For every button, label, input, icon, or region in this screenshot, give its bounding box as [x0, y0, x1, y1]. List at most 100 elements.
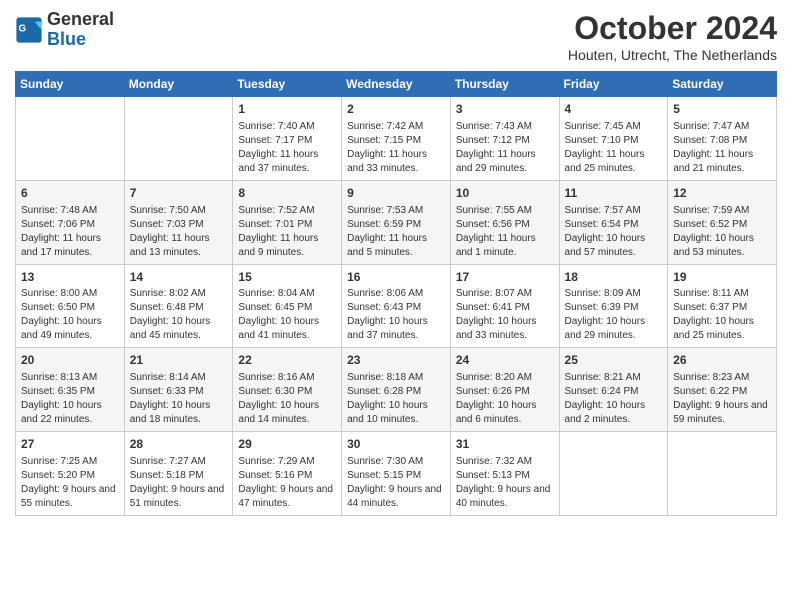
day-header-friday: Friday — [559, 72, 668, 97]
day-info: Sunrise: 8:11 AMSunset: 6:37 PMDaylight:… — [673, 287, 771, 343]
day-number: 30 — [347, 436, 445, 453]
day-info: Sunrise: 8:00 AMSunset: 6:50 PMDaylight:… — [21, 287, 119, 343]
day-number: 2 — [347, 101, 445, 118]
day-number: 25 — [565, 352, 663, 369]
day-info: Sunrise: 8:04 AMSunset: 6:45 PMDaylight:… — [238, 287, 336, 343]
calendar-cell: 2 Sunrise: 7:42 AMSunset: 7:15 PMDaylight… — [342, 97, 451, 181]
day-number: 27 — [21, 436, 119, 453]
day-info: Sunrise: 7:42 AMSunset: 7:15 PMDaylight:… — [347, 120, 445, 176]
day-info: Sunrise: 7:40 AMSunset: 7:17 PMDaylight:… — [238, 120, 336, 176]
day-number: 24 — [456, 352, 554, 369]
week-row-2: 6Sunrise: 7:48 AMSunset: 7:06 PMDaylight… — [16, 180, 777, 264]
logo-icon: G — [15, 16, 43, 44]
calendar-cell: 24 Sunrise: 8:20 AMSunset: 6:26 PMDayligh… — [450, 348, 559, 432]
day-info: Sunrise: 7:45 AMSunset: 7:10 PMDaylight:… — [565, 120, 663, 176]
calendar-cell — [16, 97, 125, 181]
day-number: 5 — [673, 101, 771, 118]
calendar-cell: 16Sunrise: 8:06 AMSunset: 6:43 PMDayligh… — [342, 264, 451, 348]
day-info: Sunrise: 7:29 AMSunset: 5:16 PMDaylight:… — [238, 455, 336, 511]
day-number: 23 — [347, 352, 445, 369]
calendar-cell: 17Sunrise: 8:07 AMSunset: 6:41 PMDayligh… — [450, 264, 559, 348]
day-info: Sunrise: 7:43 AMSunset: 7:12 PMDaylight:… — [456, 120, 554, 176]
day-info: Sunrise: 8:21 AMSunset: 6:24 PMDaylight:… — [565, 371, 663, 427]
day-info: Sunrise: 7:25 AMSunset: 5:20 PMDaylight:… — [21, 455, 119, 511]
days-header-row: SundayMondayTuesdayWednesdayThursdayFrid… — [16, 72, 777, 97]
calendar-body: 1 Sunrise: 7:40 AMSunset: 7:17 PMDaylight… — [16, 97, 777, 516]
calendar-cell: 3 Sunrise: 7:43 AMSunset: 7:12 PMDaylight… — [450, 97, 559, 181]
day-info: Sunrise: 7:47 AMSunset: 7:08 PMDaylight:… — [673, 120, 771, 176]
day-header-saturday: Saturday — [668, 72, 777, 97]
calendar-cell: 18Sunrise: 8:09 AMSunset: 6:39 PMDayligh… — [559, 264, 668, 348]
day-info: Sunrise: 8:20 AMSunset: 6:26 PMDaylight:… — [456, 371, 554, 427]
day-info: Sunrise: 7:48 AMSunset: 7:06 PMDaylight:… — [21, 204, 119, 260]
page-header: G General Blue October 2024 Houten, Utre… — [15, 10, 777, 63]
day-info: Sunrise: 7:32 AMSunset: 5:13 PMDaylight:… — [456, 455, 554, 511]
calendar-cell: 27 Sunrise: 7:25 AMSunset: 5:20 PMDayligh… — [16, 432, 125, 516]
month-title: October 2024 — [568, 10, 777, 47]
calendar-cell: 7Sunrise: 7:50 AMSunset: 7:03 PMDaylight… — [124, 180, 233, 264]
calendar-cell: 30 Sunrise: 7:30 AMSunset: 5:15 PMDayligh… — [342, 432, 451, 516]
day-number: 13 — [21, 269, 119, 286]
day-number: 17 — [456, 269, 554, 286]
day-header-wednesday: Wednesday — [342, 72, 451, 97]
day-info: Sunrise: 8:23 AMSunset: 6:22 PMDaylight:… — [673, 371, 771, 427]
calendar-cell: 19Sunrise: 8:11 AMSunset: 6:37 PMDayligh… — [668, 264, 777, 348]
calendar-cell: 12 Sunrise: 7:59 AMSunset: 6:52 PMDayligh… — [668, 180, 777, 264]
title-block: October 2024 Houten, Utrecht, The Nether… — [568, 10, 777, 63]
calendar-cell: 28Sunrise: 7:27 AMSunset: 5:18 PMDayligh… — [124, 432, 233, 516]
logo: G General Blue — [15, 10, 114, 50]
day-number: 1 — [238, 101, 336, 118]
week-row-5: 27 Sunrise: 7:25 AMSunset: 5:20 PMDayligh… — [16, 432, 777, 516]
calendar-table: SundayMondayTuesdayWednesdayThursdayFrid… — [15, 71, 777, 516]
day-info: Sunrise: 7:55 AMSunset: 6:56 PMDaylight:… — [456, 204, 554, 260]
day-info: Sunrise: 8:02 AMSunset: 6:48 PMDaylight:… — [130, 287, 228, 343]
calendar-cell: 5 Sunrise: 7:47 AMSunset: 7:08 PMDaylight… — [668, 97, 777, 181]
calendar-cell: 9 Sunrise: 7:53 AMSunset: 6:59 PMDaylight… — [342, 180, 451, 264]
svg-text:G: G — [19, 23, 27, 34]
day-info: Sunrise: 7:30 AMSunset: 5:15 PMDaylight:… — [347, 455, 445, 511]
day-number: 10 — [456, 185, 554, 202]
calendar-cell: 6Sunrise: 7:48 AMSunset: 7:06 PMDaylight… — [16, 180, 125, 264]
calendar-cell: 4Sunrise: 7:45 AMSunset: 7:10 PMDaylight… — [559, 97, 668, 181]
day-info: Sunrise: 8:06 AMSunset: 6:43 PMDaylight:… — [347, 287, 445, 343]
calendar-cell: 1 Sunrise: 7:40 AMSunset: 7:17 PMDaylight… — [233, 97, 342, 181]
calendar-cell: 11 Sunrise: 7:57 AMSunset: 6:54 PMDayligh… — [559, 180, 668, 264]
day-number: 29 — [238, 436, 336, 453]
day-number: 19 — [673, 269, 771, 286]
day-info: Sunrise: 7:57 AMSunset: 6:54 PMDaylight:… — [565, 204, 663, 260]
day-info: Sunrise: 7:59 AMSunset: 6:52 PMDaylight:… — [673, 204, 771, 260]
week-row-3: 13Sunrise: 8:00 AMSunset: 6:50 PMDayligh… — [16, 264, 777, 348]
day-info: Sunrise: 7:50 AMSunset: 7:03 PMDaylight:… — [130, 204, 228, 260]
day-header-monday: Monday — [124, 72, 233, 97]
day-number: 12 — [673, 185, 771, 202]
day-info: Sunrise: 8:07 AMSunset: 6:41 PMDaylight:… — [456, 287, 554, 343]
calendar-cell: 29 Sunrise: 7:29 AMSunset: 5:16 PMDayligh… — [233, 432, 342, 516]
calendar-cell: 14Sunrise: 8:02 AMSunset: 6:48 PMDayligh… — [124, 264, 233, 348]
location-title: Houten, Utrecht, The Netherlands — [568, 47, 777, 63]
calendar-cell: 31 Sunrise: 7:32 AMSunset: 5:13 PMDayligh… — [450, 432, 559, 516]
day-number: 31 — [456, 436, 554, 453]
calendar-cell: 25 Sunrise: 8:21 AMSunset: 6:24 PMDayligh… — [559, 348, 668, 432]
day-number: 3 — [456, 101, 554, 118]
day-number: 20 — [21, 352, 119, 369]
day-number: 9 — [347, 185, 445, 202]
calendar-cell — [124, 97, 233, 181]
week-row-1: 1 Sunrise: 7:40 AMSunset: 7:17 PMDaylight… — [16, 97, 777, 181]
calendar-cell: 20 Sunrise: 8:13 AMSunset: 6:35 PMDayligh… — [16, 348, 125, 432]
day-info: Sunrise: 8:13 AMSunset: 6:35 PMDaylight:… — [21, 371, 119, 427]
day-number: 26 — [673, 352, 771, 369]
day-info: Sunrise: 8:09 AMSunset: 6:39 PMDaylight:… — [565, 287, 663, 343]
day-number: 11 — [565, 185, 663, 202]
day-number: 15 — [238, 269, 336, 286]
day-number: 28 — [130, 436, 228, 453]
calendar-cell: 10 Sunrise: 7:55 AMSunset: 6:56 PMDayligh… — [450, 180, 559, 264]
calendar-cell: 13Sunrise: 8:00 AMSunset: 6:50 PMDayligh… — [16, 264, 125, 348]
day-info: Sunrise: 7:52 AMSunset: 7:01 PMDaylight:… — [238, 204, 336, 260]
day-info: Sunrise: 7:53 AMSunset: 6:59 PMDaylight:… — [347, 204, 445, 260]
logo-line1: General — [47, 10, 114, 30]
day-number: 18 — [565, 269, 663, 286]
calendar-cell: 22Sunrise: 8:16 AMSunset: 6:30 PMDayligh… — [233, 348, 342, 432]
calendar-cell: 15Sunrise: 8:04 AMSunset: 6:45 PMDayligh… — [233, 264, 342, 348]
calendar-cell: 8Sunrise: 7:52 AMSunset: 7:01 PMDaylight… — [233, 180, 342, 264]
day-number: 14 — [130, 269, 228, 286]
